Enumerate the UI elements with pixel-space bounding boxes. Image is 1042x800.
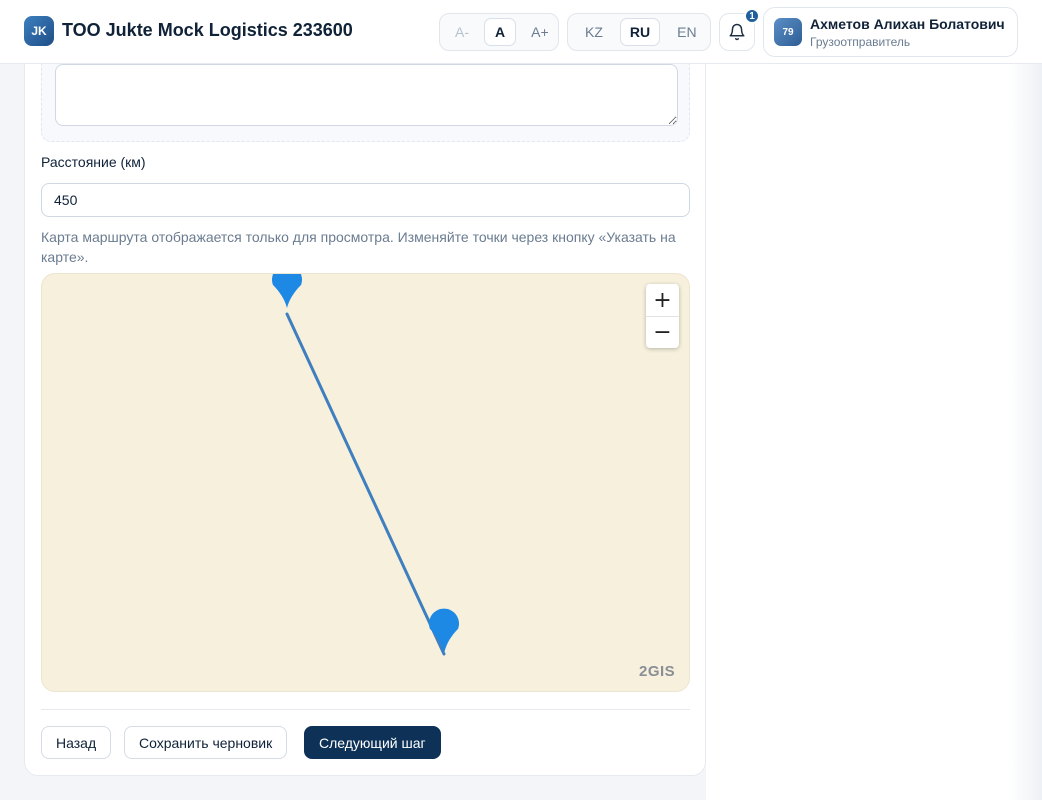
save-draft-button[interactable]: Сохранить черновик: [124, 726, 288, 759]
next-step-button[interactable]: Следующий шаг: [304, 726, 441, 759]
company-logo[interactable]: JK: [24, 16, 54, 46]
map-hint: Карта маршрута отображается только для п…: [41, 229, 676, 265]
company-title: TOO Jukte Mock Logistics 233600: [62, 20, 353, 40]
user-name: Ахметов Алихан Болатович: [810, 16, 1005, 32]
route-overlay: [272, 274, 460, 656]
distance-input[interactable]: [41, 183, 690, 217]
distance-label: Расстояние (км): [41, 154, 146, 170]
notification-count-badge: 1: [744, 8, 760, 24]
font-decrease-button[interactable]: A-: [444, 18, 480, 46]
zoom-out-button[interactable]: −: [646, 316, 679, 348]
end-marker-icon[interactable]: [429, 608, 460, 654]
route-map[interactable]: + − 2GIS: [41, 273, 690, 692]
back-button[interactable]: Назад: [41, 726, 112, 759]
comment-textarea[interactable]: [55, 64, 678, 126]
lang-ru-button[interactable]: RU: [619, 18, 661, 46]
language-switcher: KZ RU EN: [567, 13, 711, 51]
notifications-button[interactable]: 1: [719, 8, 760, 51]
avatar: 79: [774, 18, 802, 46]
user-menu[interactable]: 79 Ахметов Алихан Болатович Грузоотправи…: [763, 7, 1018, 57]
top-header: JK TOO Jukte Mock Logistics 233600 A- A …: [0, 0, 1042, 64]
start-marker-icon[interactable]: [272, 274, 302, 308]
zoom-in-button[interactable]: +: [646, 284, 679, 316]
bell-icon: [729, 23, 745, 41]
font-normal-button[interactable]: A: [484, 18, 517, 46]
font-increase-button[interactable]: A+: [520, 18, 560, 46]
lang-en-button[interactable]: EN: [664, 18, 709, 46]
form-card: Расстояние (км) Карта маршрута отображае…: [24, 40, 706, 776]
lang-kz-button[interactable]: KZ: [572, 18, 616, 46]
route-line: [285, 312, 446, 656]
user-role: Грузоотправитель: [810, 35, 911, 49]
right-panel: [706, 64, 1042, 800]
map-provider-logo: 2GIS: [639, 663, 676, 680]
logo-text: JK: [31, 24, 47, 38]
actions-divider: [41, 709, 690, 710]
font-size-switcher: A- A A+: [439, 13, 559, 51]
map-zoom-controls: + −: [646, 284, 679, 348]
